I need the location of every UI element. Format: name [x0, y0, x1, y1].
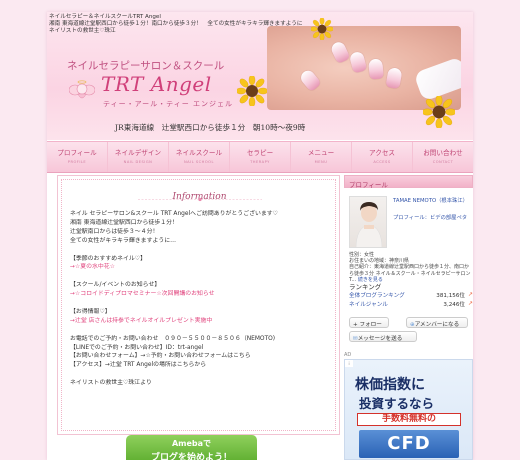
ranking-label: ネイルジャンル [349, 302, 388, 308]
info-line: 湘南 東海道線辻堂駅西口から徒歩１分！ [70, 219, 178, 226]
ranking-value: 381,156位 [436, 293, 465, 299]
profile-genre-link[interactable]: プロフィール：ビデの部屋ペタ [393, 215, 471, 222]
nav-label: お問い合わせ [423, 149, 463, 157]
nail-image [298, 67, 322, 93]
information-body: ネイル セラピーサロン&スクール TRT Angelへご訪問ありがとうございます… [70, 210, 332, 388]
sidebar: プロフィール TAMAE NEMOTO（根本珠江） プロフィール：ビデの部屋ペタ… [344, 175, 473, 342]
profile-card: TAMAE NEMOTO（根本珠江） プロフィール：ビデの部屋ペタ 性別：女性 … [344, 188, 473, 283]
nav-label: プロフィール [57, 149, 97, 157]
info-line: 全ての女性がキラキラ輝きますように… [70, 237, 177, 244]
nav-label: セラピー [246, 149, 274, 157]
nail-image [348, 50, 368, 74]
nav-item-nail-school[interactable]: ネイルスクール NAIL SCHOOL [169, 142, 230, 172]
info-line: 【お問い合わせフォーム】→☆予約・お問い合わせフォームはこちら [70, 353, 251, 360]
profile-details: 性別：女性 お住まいの地域：神奈川県 自己紹介：東海道線辻堂駅西口から徒歩１分、… [349, 252, 473, 283]
nail-image [368, 58, 384, 80]
amember-label: アメンバーになる [414, 322, 460, 328]
nav-label: ネイルスクール [175, 149, 223, 157]
ad-label: AD [344, 352, 352, 358]
ranking-row[interactable]: 全体ブログランキング 381,156位 ↗ [349, 291, 473, 299]
up-arrow-icon: ↗ [467, 291, 473, 298]
nav-item-menu[interactable]: メニュー MENU [291, 142, 352, 172]
nav-sublabel: PROFILE [67, 160, 87, 164]
info-line: 【スクール/イベントのお知らせ】 [70, 282, 161, 289]
info-line: 【LINEでのご予約・お問い合わせ】ID：trt-angel [70, 344, 204, 351]
nail-art-sample [413, 56, 461, 102]
nav-item-therapy[interactable]: セラピー THERAPY [230, 142, 291, 172]
nav-sublabel: THERAPY [250, 160, 270, 164]
profile-name-link[interactable]: TAMAE NEMOTO（根本珠江） [393, 198, 471, 205]
nav-sublabel: ACCESS [373, 160, 391, 164]
site-logo[interactable]: TRT Angel [101, 72, 212, 96]
ad-badge: 手数料無料の [357, 413, 461, 426]
info-line: ネイル セラピーサロン&スクール TRT Angelへご訪問ありがとうございます… [70, 211, 278, 217]
cfd-advertisement[interactable]: i 株価指数に 投資するなら 手数料無料の CFD [344, 359, 473, 460]
ameba-button-line1: Amebaで [171, 439, 212, 448]
avatar-photo [355, 202, 383, 247]
sunflower-icon [423, 96, 455, 128]
nav-item-profile[interactable]: プロフィール PROFILE [47, 142, 108, 172]
nav-sublabel: NAIL SCHOOL [183, 160, 214, 164]
follow-button[interactable]: + フォロー [349, 317, 389, 328]
nav-label: ネイルデザイン [114, 149, 162, 157]
site-header: ネイルセラピー＆ネイルスクールTRT Angel 湘南 東海道線辻堂駅西口から徒… [47, 12, 473, 140]
logo-reading: ティー・アール・ティー エンジェル [103, 100, 233, 108]
ranking-row[interactable]: ネイルジャンル 3,246位 ↗ [349, 300, 473, 308]
info-line[interactable]: →☆夏の水中花☆ [70, 263, 332, 272]
nail-image [329, 39, 351, 65]
info-line[interactable]: →辻堂 店さんは持参でネイルオイルプレゼント実施中 [70, 317, 332, 326]
sunflower-icon [237, 76, 267, 106]
info-line: ネイリストの救世主♡珠江より [70, 380, 152, 387]
sunflower-icon [311, 18, 333, 40]
ad-cfd-banner: CFD [359, 430, 459, 458]
header-blog-title[interactable]: ネイルセラピー＆ネイルスクールTRT Angel [49, 14, 161, 21]
sidebar-profile-header: プロフィール [344, 175, 473, 189]
up-arrow-icon: ↗ [467, 300, 473, 307]
info-line: 【季節のおすすめネイル♡】 [70, 255, 146, 262]
ranking-label: 全体ブログランキング [349, 293, 405, 299]
info-line[interactable]: →☆コロイドディプロマセミナー☆次回開講のお知らせ [70, 290, 332, 299]
send-message-label: メッセージを送る [357, 336, 403, 342]
ameba-button-line2: ブログを始めよう！ [150, 453, 232, 460]
info-line: お電話でのご予約・お問い合わせ ０９０－５５００－８５０６（NEMOTO) [70, 335, 276, 342]
header-tagline: ネイルセラピーサロン＆スクール [67, 60, 225, 72]
angel-logo-icon [69, 80, 95, 99]
ameba-start-blog-button[interactable]: Amebaで ブログを始めよう！ [126, 435, 257, 460]
info-line: 【お得情報♡】 [70, 308, 111, 315]
nav-sublabel: MENU [314, 160, 328, 164]
header-description: 湘南 東海道線辻堂駅西口から徒歩１分！南口から徒歩３分！ 全ての女性がキラキラ輝… [49, 21, 303, 27]
nav-item-nail-design[interactable]: ネイルデザイン NAIL DESIGN [108, 142, 169, 172]
avatar[interactable] [349, 196, 387, 248]
ad-info-icon[interactable]: i [345, 360, 353, 367]
nav-label: メニュー [307, 149, 335, 157]
main-nav: プロフィール PROFILE ネイルデザイン NAIL DESIGN ネイルスク… [47, 141, 473, 173]
nav-sublabel: NAIL DESIGN [123, 160, 153, 164]
ranking-value: 3,246位 [443, 302, 465, 308]
nav-item-contact[interactable]: お問い合わせ CONTACT [413, 142, 473, 172]
nav-sublabel: CONTACT [432, 160, 454, 164]
nav-label: アクセス [368, 149, 396, 157]
nail-image [385, 66, 403, 90]
ad-headline-1: 株価指数に [355, 377, 425, 393]
info-line: 辻堂駅南口からは徒歩３～４分！ [70, 228, 159, 235]
nav-item-access[interactable]: アクセス ACCESS [352, 142, 413, 172]
send-message-button[interactable]: ✉メッセージを送る [349, 331, 417, 342]
ranking-title: ランキング [349, 283, 382, 291]
amember-button[interactable]: ⊕アメンバーになる [406, 317, 468, 328]
information-box: Information ネイル セラピーサロン&スクール TRT Angelへご… [57, 175, 340, 435]
ornament-divider-icon [138, 197, 262, 202]
ad-headline-2: 投資するなら [359, 396, 435, 411]
info-line: 【アクセス】→辻堂 TRT Angelの場所はこちらから [70, 362, 207, 369]
header-location: JR東海道線 辻堂駅西口から徒歩１分 朝10時〜夜9時 [115, 123, 306, 132]
header-author: ネイリストの救世主♡珠江 [49, 28, 116, 34]
